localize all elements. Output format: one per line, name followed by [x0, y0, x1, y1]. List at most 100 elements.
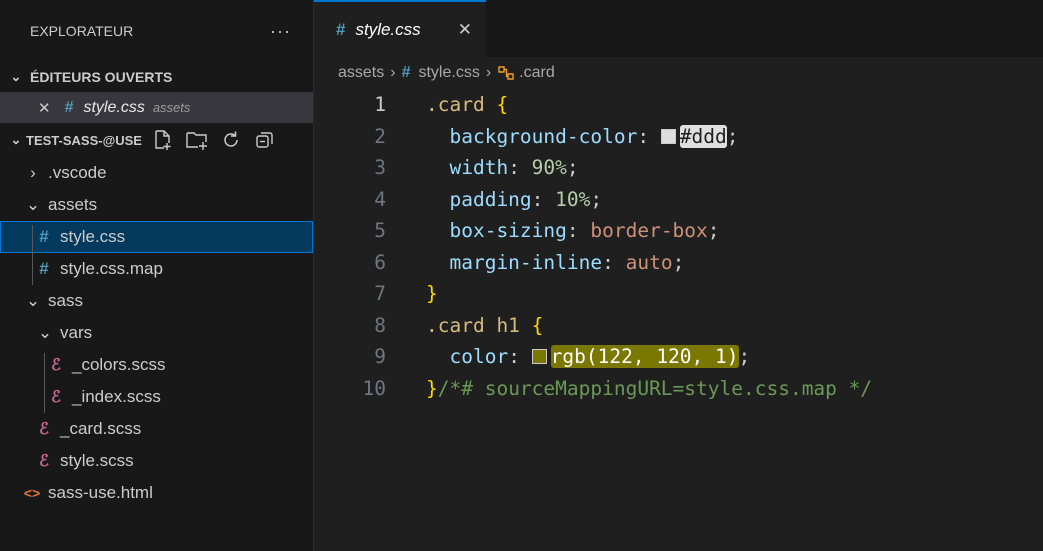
tree-item-sass[interactable]: ⌄ sass — [0, 285, 313, 317]
tree-item-colors-scss[interactable]: ℰ _colors.scss — [0, 349, 313, 381]
collapse-all-icon[interactable] — [254, 129, 276, 151]
tab-label: style.css — [355, 19, 421, 39]
tree-item-style-css[interactable]: # style.css — [0, 221, 313, 253]
code-line: 5 box-sizing: border-box; — [314, 215, 1043, 247]
tree-item-sass-use-html[interactable]: <> sass-use.html — [0, 477, 313, 509]
css-value: #ddd — [679, 124, 727, 148]
tree-item-label: vars — [60, 323, 93, 342]
line-number: 5 — [374, 219, 386, 243]
new-folder-icon[interactable] — [186, 129, 208, 151]
sass-file-icon: ℰ — [39, 421, 49, 438]
code-line: 4 padding: 10%; — [314, 184, 1043, 216]
tab-style-css[interactable]: # style.css ✕ — [314, 0, 486, 57]
indent-guide — [44, 353, 45, 413]
breadcrumb-file[interactable]: style.css — [418, 64, 479, 82]
css-property: width — [449, 156, 509, 180]
tree-item-label: _card.scss — [60, 419, 142, 438]
css-property: margin-inline — [449, 250, 603, 274]
line-number: 9 — [374, 345, 386, 369]
tree-item-label: style.css — [60, 227, 126, 246]
chevron-down-icon: ⌄ — [37, 323, 53, 342]
css-property: color — [449, 345, 509, 369]
css-value: 10% — [555, 187, 591, 211]
tree-item-label: style.css.map — [60, 259, 163, 278]
file-tree: › .vscode ⌄ assets # style.css # style.c… — [0, 157, 313, 509]
css-property: box-sizing — [449, 219, 567, 243]
code-editor[interactable]: 1 .card { 2 background-color: #ddd; 3 wi… — [314, 89, 1043, 404]
line-number: 1 — [374, 93, 386, 117]
line-number: 2 — [374, 124, 386, 148]
explorer-sidebar: EXPLORATEUR ··· ⌄ ÉDITEURS OUVERTS ✕ # s… — [0, 0, 314, 551]
line-number: 8 — [374, 313, 386, 337]
brace: } — [426, 282, 438, 306]
open-editors-section-header[interactable]: ⌄ ÉDITEURS OUVERTS — [0, 62, 313, 92]
line-number: 7 — [374, 282, 386, 306]
css-file-icon: # — [336, 19, 346, 39]
open-editors-label: ÉDITEURS OUVERTS — [30, 69, 173, 85]
line-number: 10 — [362, 376, 386, 400]
tree-item-index-scss[interactable]: ℰ _index.scss — [0, 381, 313, 413]
css-file-icon: # — [64, 98, 74, 116]
code-line: 10 }/*# sourceMappingURL=style.css.map *… — [314, 373, 1043, 405]
css-file-icon: # — [39, 259, 49, 278]
close-icon[interactable]: ✕ — [458, 20, 472, 40]
code-line: 8 .card h1 { — [314, 310, 1043, 342]
chevron-down-icon: ⌄ — [25, 291, 41, 310]
css-file-icon: # — [401, 64, 411, 81]
breadcrumb-symbol[interactable]: .card — [519, 64, 555, 82]
chevron-right-icon: › — [485, 64, 492, 81]
chevron-down-icon: ⌄ — [10, 69, 22, 84]
code-line: 1 .card { — [314, 89, 1043, 121]
open-editor-name: style.css — [83, 98, 145, 116]
css-value: border-box — [590, 219, 708, 243]
tree-item-assets[interactable]: ⌄ assets — [0, 189, 313, 221]
css-selector: .card h1 — [426, 313, 520, 337]
css-selector: .card — [426, 93, 485, 117]
open-editor-description: assets — [152, 100, 191, 115]
project-section-header[interactable]: ⌄ TEST-SASS-@USE — [0, 123, 313, 157]
refresh-icon[interactable] — [220, 129, 242, 151]
tree-item-vars[interactable]: ⌄ vars — [0, 317, 313, 349]
code-line: 7 } — [314, 278, 1043, 310]
brace: { — [496, 93, 509, 117]
close-icon[interactable]: ✕ — [38, 99, 51, 117]
code-line: 9 color: rgb(122, 120, 1); — [314, 341, 1043, 373]
code-line: 6 margin-inline: auto; — [314, 247, 1043, 279]
breadcrumb-folder[interactable]: assets — [338, 64, 384, 82]
tree-item-style-css-map[interactable]: # style.css.map — [0, 253, 313, 285]
explorer-header: EXPLORATEUR ··· — [0, 0, 313, 62]
css-property: padding — [449, 187, 532, 211]
sass-file-icon: ℰ — [39, 453, 49, 470]
line-number: 4 — [374, 187, 386, 211]
chevron-down-icon: ⌄ — [10, 132, 22, 147]
tree-item-label: .vscode — [48, 163, 107, 182]
html-file-icon: <> — [23, 485, 41, 501]
open-editor-item-style-css[interactable]: ✕ # style.css assets — [0, 92, 313, 123]
tree-item-vscode[interactable]: › .vscode — [0, 157, 313, 189]
chevron-right-icon: › — [390, 64, 396, 81]
code-line: 3 width: 90%; — [314, 152, 1043, 184]
color-swatch[interactable] — [660, 128, 676, 144]
tree-item-label: _index.scss — [72, 387, 161, 406]
css-value: rgb(122, 120, 1) — [550, 345, 739, 369]
more-actions-icon[interactable]: ··· — [270, 21, 291, 42]
css-value: auto — [625, 250, 673, 274]
sass-file-icon: ℰ — [51, 357, 61, 374]
new-file-icon[interactable] — [152, 129, 174, 151]
css-file-icon: # — [39, 227, 49, 246]
css-value: 90% — [531, 156, 567, 180]
editor-area: # style.css ✕ assets › # style.css › .ca… — [314, 0, 1043, 551]
color-swatch[interactable] — [531, 349, 547, 365]
tree-item-label: style.scss — [60, 451, 134, 470]
project-label: TEST-SASS-@USE — [26, 132, 142, 148]
tree-item-card-scss[interactable]: ℰ _card.scss — [0, 413, 313, 445]
brace: { — [531, 313, 544, 337]
line-number: 3 — [374, 156, 386, 180]
breadcrumb: assets › # style.css › .card — [314, 57, 1043, 89]
symbol-class-icon — [497, 65, 515, 81]
code-comment: /*# sourceMappingURL=style.css.map */ — [437, 376, 873, 400]
line-number: 6 — [374, 250, 386, 274]
tree-item-style-scss[interactable]: ℰ style.scss — [0, 445, 313, 477]
chevron-down-icon: ⌄ — [25, 195, 41, 214]
explorer-title: EXPLORATEUR — [30, 23, 134, 39]
